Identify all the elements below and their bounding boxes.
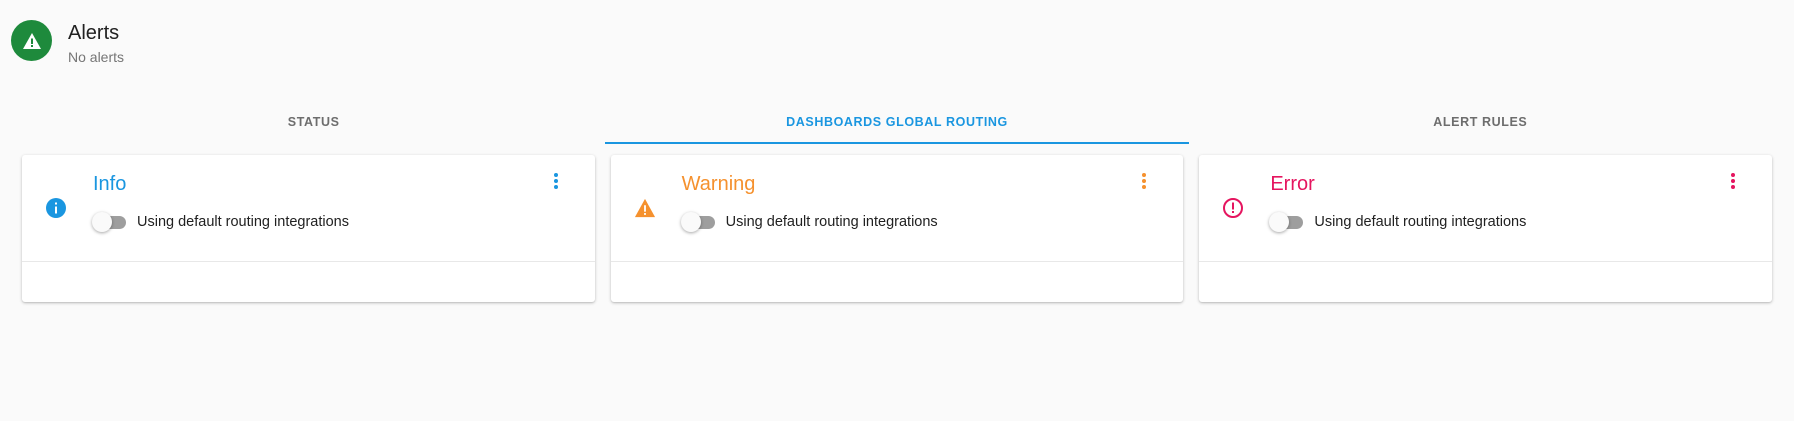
card-title: Error (1270, 173, 1315, 195)
alerts-status-icon (11, 20, 52, 61)
tab-dashboards-global-routing[interactable]: DASHBOARDS GLOBAL ROUTING (605, 100, 1189, 144)
info-icon (45, 197, 67, 219)
tab-bar: STATUS DASHBOARDS GLOBAL ROUTING ALERT R… (22, 100, 1772, 144)
page-title: Alerts (68, 22, 120, 44)
toggle-label: Using default routing integrations (137, 214, 349, 230)
routing-cards: Info Using default routing integrations (22, 155, 1773, 302)
more-vert-icon[interactable] (551, 171, 561, 191)
card-title: Info (93, 173, 127, 195)
error-routing-card: Error Using default routing integrations (1199, 155, 1773, 302)
toggle-label: Using default routing integrations (1314, 214, 1527, 230)
warning-routing-card: Warning Using default routing integratio… (610, 155, 1184, 302)
tab-status[interactable]: STATUS (22, 100, 605, 144)
more-vert-icon[interactable] (1728, 171, 1738, 191)
info-routing-card: Info Using default routing integrations (22, 155, 595, 302)
alerts-summary: No alerts (68, 49, 125, 65)
routing-toggle[interactable] (680, 212, 717, 232)
error-icon (1222, 197, 1244, 219)
alerts-header: Alerts No alerts (11, 20, 124, 66)
warning-icon (634, 197, 656, 219)
tab-alert-rules[interactable]: ALERT RULES (1189, 100, 1772, 144)
card-divider (610, 261, 1184, 262)
card-divider (1199, 261, 1773, 262)
routing-toggle[interactable] (1269, 212, 1305, 232)
toggle-label: Using default routing integrations (725, 214, 938, 230)
routing-toggle[interactable] (92, 212, 128, 232)
more-vert-icon[interactable] (1139, 171, 1149, 191)
card-divider (22, 261, 595, 262)
card-title: Warning (681, 173, 756, 195)
